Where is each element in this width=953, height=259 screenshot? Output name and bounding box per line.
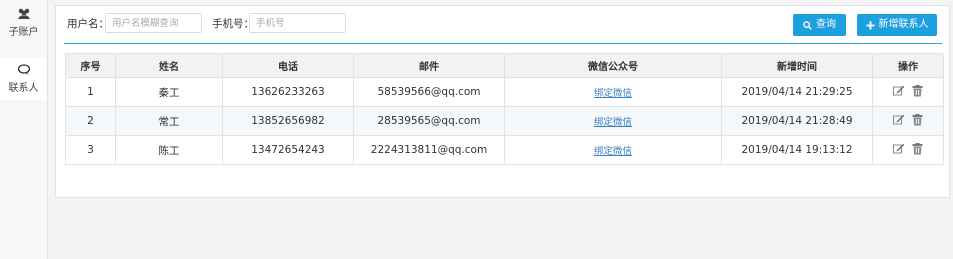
- bind-wechat-link[interactable]: 绑定微信: [594, 117, 632, 128]
- cell-name: 常工: [115, 106, 223, 136]
- delete-icon[interactable]: [912, 84, 923, 100]
- cell-no: 2: [65, 106, 116, 136]
- username-label: 用户名：: [67, 18, 109, 30]
- delete-icon[interactable]: [912, 142, 923, 158]
- cell-phone: 13852656982: [222, 106, 354, 136]
- table-row: 2 常工 13852656982 28539565@qq.com 绑定微信 20…: [65, 106, 944, 136]
- delete-icon[interactable]: [912, 113, 923, 129]
- cell-no: 3: [65, 135, 116, 165]
- cell-email: 2224313811@qq.com: [353, 135, 505, 165]
- contacts-panel: 用户名： 手机号： 查询 新增联系人 序号 姓名 电话 邮件 微信公众号: [55, 5, 950, 198]
- column-header-phone: 电话: [222, 53, 354, 78]
- sidebar-item-label: 子账户: [8, 27, 39, 38]
- cell-phone: 13472654243: [222, 135, 354, 165]
- cell-wechat: 绑定微信: [504, 77, 722, 107]
- column-header-actions: 操作: [872, 53, 944, 78]
- bind-wechat-link[interactable]: 绑定微信: [594, 146, 632, 157]
- column-header-email: 邮件: [353, 53, 505, 78]
- sidebar-item-label: 联系人: [8, 83, 39, 94]
- sidebar-item-contacts[interactable]: 联系人: [0, 58, 47, 100]
- cell-created-time: 2019/04/14 21:28:49: [721, 106, 873, 136]
- edit-icon[interactable]: [892, 143, 905, 157]
- cell-wechat: 绑定微信: [504, 135, 722, 165]
- cell-name: 陈工: [115, 135, 223, 165]
- add-contact-button-label: 新增联系人: [878, 19, 929, 30]
- table-row: 1 秦工 13626233263 58539566@qq.com 绑定微信 20…: [65, 77, 944, 107]
- plus-icon: [865, 20, 875, 30]
- chat-icon: [17, 64, 30, 75]
- cell-email: 58539566@qq.com: [353, 77, 505, 107]
- cell-email: 28539565@qq.com: [353, 106, 505, 136]
- query-button-label: 查询: [816, 19, 836, 30]
- cell-actions: [872, 135, 944, 165]
- phone-search-input[interactable]: [249, 13, 346, 33]
- cell-phone: 13626233263: [222, 77, 354, 107]
- contacts-table: 序号 姓名 电话 邮件 微信公众号 新增时间 操作 1 秦工 136262332…: [65, 53, 944, 165]
- column-header-created-time: 新增时间: [721, 53, 873, 78]
- column-header-wechat: 微信公众号: [504, 53, 722, 78]
- table-header-row: 序号 姓名 电话 邮件 微信公众号 新增时间 操作: [65, 53, 944, 78]
- phone-label: 手机号：: [212, 18, 254, 30]
- column-header-no: 序号: [65, 53, 116, 78]
- search-icon: [803, 20, 812, 30]
- users-icon: [17, 8, 30, 19]
- table-row: 3 陈工 13472654243 2224313811@qq.com 绑定微信 …: [65, 135, 944, 165]
- column-header-name: 姓名: [115, 53, 223, 78]
- cell-created-time: 2019/04/14 21:29:25: [721, 77, 873, 107]
- sidebar-item-sub-accounts[interactable]: 子账户: [0, 8, 47, 50]
- edit-icon[interactable]: [892, 85, 905, 99]
- query-button[interactable]: 查询: [793, 14, 846, 36]
- toolbar-divider: [64, 43, 942, 44]
- sidebar: 子账户 联系人: [0, 0, 48, 259]
- cell-actions: [872, 77, 944, 107]
- username-search-input[interactable]: [105, 13, 202, 33]
- cell-actions: [872, 106, 944, 136]
- cell-name: 秦工: [115, 77, 223, 107]
- add-contact-button[interactable]: 新增联系人: [857, 14, 937, 36]
- cell-no: 1: [65, 77, 116, 107]
- bind-wechat-link[interactable]: 绑定微信: [594, 88, 632, 99]
- cell-created-time: 2019/04/14 19:13:12: [721, 135, 873, 165]
- cell-wechat: 绑定微信: [504, 106, 722, 136]
- edit-icon[interactable]: [892, 114, 905, 128]
